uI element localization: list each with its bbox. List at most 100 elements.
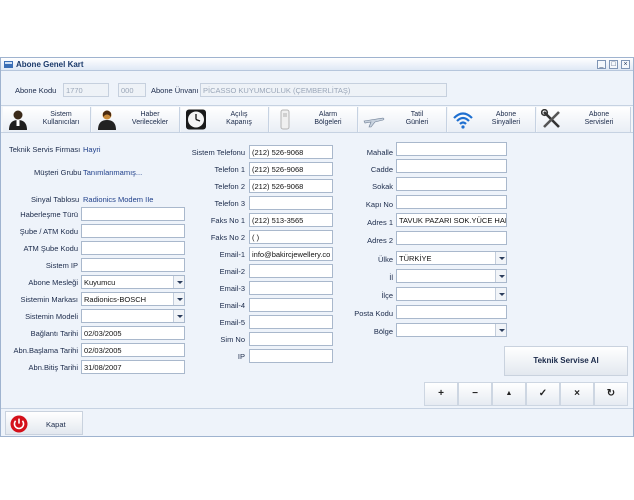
teknik-servise-al-button[interactable]: Teknik Servise Al [504,346,628,376]
sistemin-markasi-select[interactable]: Radionics-BOSCH [81,292,185,306]
tab-alarm-label2: Bölgeleri [314,119,342,126]
abn-baslama-input[interactable]: 02/03/2005 [81,343,185,357]
email1-label: Email-1 [219,250,245,259]
mahalle-label: Mahalle [366,148,393,157]
abn-bitis-input[interactable]: 31/08/2007 [81,360,185,374]
email2-input[interactable] [249,264,333,278]
cancel-edit-button[interactable]: × [560,382,594,406]
sokak-input[interactable] [396,177,507,191]
kapat-label: Kapat [46,420,66,429]
abone-kodu-suffix-input[interactable]: 000 [118,83,146,97]
teknik-servis-label: Teknik Servis Firması [9,145,81,154]
ulke-select[interactable]: TÜRKİYE [396,251,507,265]
abn-baslama-label: Abn.Başlama Tarihi [13,346,78,355]
chevron-down-icon[interactable] [495,288,506,300]
bolge-select[interactable] [396,323,507,337]
refresh-button[interactable]: ↻ [594,382,628,406]
sinyal-tablosu-value[interactable]: Radionics Modem IIe [83,195,153,204]
chevron-down-icon[interactable] [495,252,506,264]
tab-abone-sinyalleri[interactable]: Abone Sinyalleri [448,107,536,132]
wifi-signal-icon [453,112,473,129]
email3-input[interactable] [249,281,333,295]
tab-tatil-gunleri[interactable]: Tatil Günleri [359,107,447,132]
tab-acilis-kapanis[interactable]: Açılış Kapanış [181,107,269,132]
faks1-label: Faks No 1 [210,216,245,225]
chevron-down-icon[interactable] [495,324,506,336]
tab-alarm-bolgeleri[interactable]: Alarm Bölgeleri [270,107,358,132]
atm-sube-kodu-input[interactable] [81,241,185,255]
abone-unvani-input[interactable]: PİCASSO KUYUMCULUK (ÇEMBERLİTAŞ) [200,83,447,97]
baglanti-tarihi-input[interactable]: 02/03/2005 [81,326,185,340]
chevron-down-icon[interactable] [495,270,506,282]
abn-bitis-label: Abn.Bitiş Tarihi [28,363,78,372]
move-up-button[interactable]: ▲ [492,382,526,406]
il-label: İl [389,273,393,282]
sim-no-label: Sim No [220,335,245,344]
sistem-telefonu-input[interactable]: (212) 526-9068 [249,145,333,159]
contact-person-icon [98,110,116,130]
users-icon [9,110,27,130]
sistem-ip-label: Sistem IP [45,261,78,270]
sube-atm-kodu-input[interactable] [81,224,185,238]
musteri-grubu-value[interactable]: Tanımlanmamış... [83,168,142,177]
email5-input[interactable] [249,315,333,329]
mahalle-input[interactable] [396,142,507,156]
tools-icon [541,109,560,128]
title-bar: Abone Genel Kart _ □ × [1,58,633,71]
telefon2-input[interactable]: (212) 526-9068 [249,179,333,193]
haberlesme-turu-input[interactable] [81,207,185,221]
kapat-button[interactable]: Kapat [5,411,83,435]
sistemin-modeli-label: Sistemin Modeli [25,312,78,321]
email4-label: Email-4 [219,301,245,310]
adres1-input[interactable]: TAVUK PAZARI SOK.YÜCE HAN [396,213,507,227]
telefon1-input[interactable]: (212) 526-9068 [249,162,333,176]
tab-haber-label2: Verilecekler [131,119,169,126]
tab-sinyal-label1: Abone [495,111,517,118]
tab-tatil-label2: Günleri [405,119,429,126]
ilce-select[interactable] [396,287,507,301]
tab-sistem-label2: Kullanıcıları [42,119,80,126]
abone-meslegi-select[interactable]: Kuyumcu [81,275,185,289]
adres2-input[interactable] [396,231,507,245]
adres1-label: Adres 1 [367,218,393,227]
teknik-servis-value[interactable]: Hayri [83,145,101,154]
tab-alarm-label1: Alarm [318,111,338,118]
bolge-label: Bölge [373,327,393,336]
telefon3-input[interactable] [249,196,333,210]
airplane-icon [363,117,385,128]
tab-sistem-kullanicilari[interactable]: Sistem Kullanıcıları [3,107,91,132]
tab-abone-servisleri[interactable]: Abone Servisleri [537,107,631,132]
posta-kodu-label: Posta Kodu [354,309,393,318]
email3-label: Email-3 [219,284,245,293]
email1-input[interactable]: info@bakircjewellery.co [249,247,333,261]
sokak-label: Sokak [372,182,393,191]
kapi-no-input[interactable] [396,195,507,209]
maximize-button[interactable]: □ [609,60,618,69]
sim-no-input[interactable] [249,332,333,346]
abone-meslegi-value: Kuyumcu [84,278,116,287]
il-select[interactable] [396,269,507,283]
tab-haber-verilecekler[interactable]: Haber Verilecekler [92,107,180,132]
close-window-button[interactable]: × [621,60,630,69]
ulke-value: TÜRKİYE [399,254,432,263]
cadde-input[interactable] [396,159,507,173]
abone-kodu-input[interactable]: 1770 [63,83,109,97]
sistemin-markasi-value: Radionics-BOSCH [84,295,147,304]
ip-input[interactable] [249,349,333,363]
email4-input[interactable] [249,298,333,312]
faks2-input[interactable]: ( ) [249,230,333,244]
email2-label: Email-2 [219,267,245,276]
app-icon [4,61,13,68]
haberlesme-turu-label: Haberleşme Türü [20,210,78,219]
add-record-button[interactable]: + [424,382,458,406]
remove-record-button[interactable]: − [458,382,492,406]
faks1-input[interactable]: (212) 513-3565 [249,213,333,227]
posta-kodu-input[interactable] [396,305,507,319]
sistem-ip-input[interactable] [81,258,185,272]
clock-icon [186,109,206,130]
tab-tatil-label1: Tatil [410,111,424,118]
confirm-button[interactable]: ✓ [526,382,560,406]
minimize-button[interactable]: _ [597,60,606,69]
sistemin-modeli-select[interactable] [81,309,185,323]
sinyal-tablosu-label: Sinyal Tablosu [31,195,80,204]
